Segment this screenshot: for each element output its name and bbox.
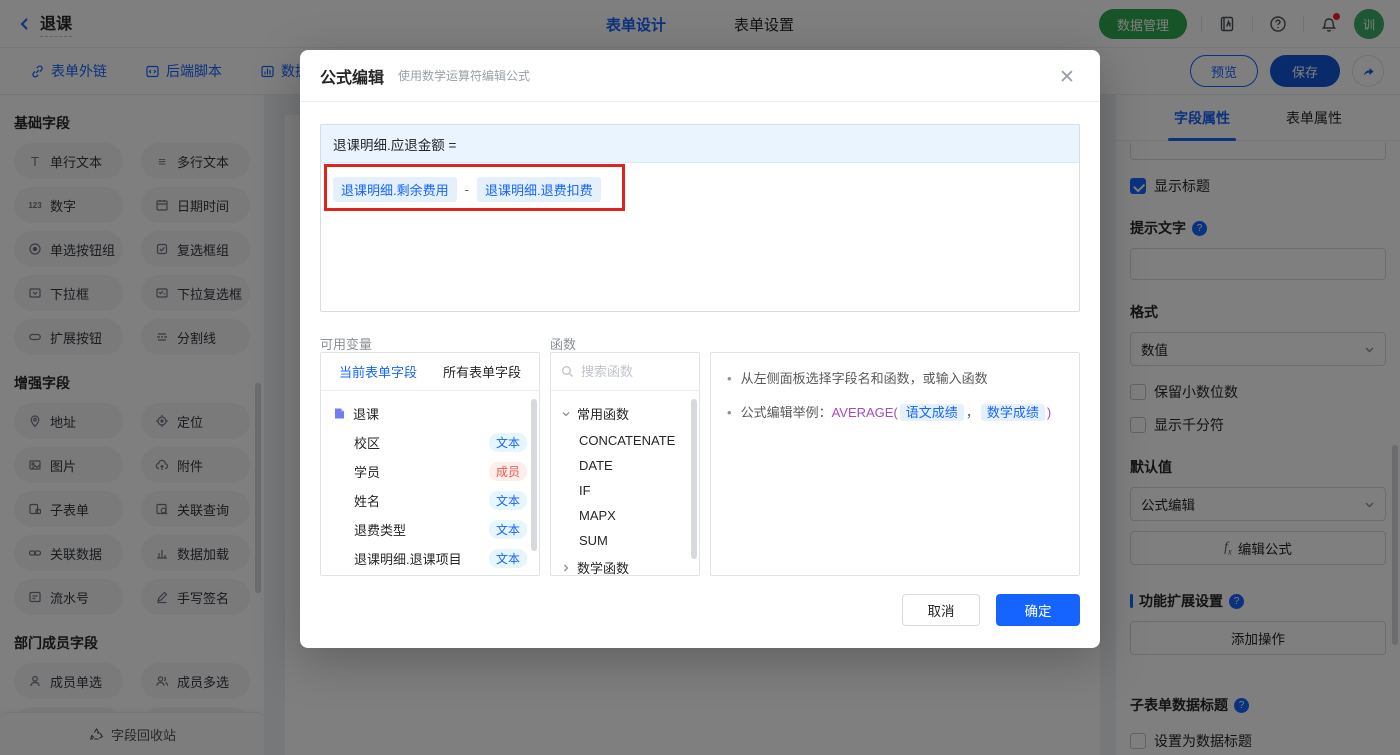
function-item[interactable]: IF: [551, 478, 699, 503]
cancel-button[interactable]: 取消: [902, 594, 980, 626]
close-icon[interactable]: ✕: [1056, 66, 1078, 88]
type-badge: 文本: [488, 520, 527, 539]
function-group-common[interactable]: 常用函数: [551, 399, 699, 428]
confirm-button[interactable]: 确定: [996, 594, 1080, 626]
functions-scrollbar[interactable]: [691, 399, 697, 559]
variables-tree: 退课 校区文本 学员成员 姓名文本 退费类型文本 退课明细.退课项目文本 退课明…: [321, 391, 539, 575]
function-search-input[interactable]: [581, 364, 681, 379]
chevron-down-icon: [561, 409, 571, 419]
modal-header: 公式编辑 使用数学运算符编辑公式: [300, 50, 1100, 102]
tab-all-form-fields[interactable]: 所有表单字段: [443, 362, 521, 381]
search-icon: [561, 365, 574, 378]
tip-line: • 从左侧面板选择字段名和函数，或输入函数: [727, 371, 988, 386]
example-chip: 数学成绩: [980, 404, 1045, 421]
variables-root[interactable]: 退课: [321, 399, 539, 428]
tips-panel: • 从左侧面板选择字段名和函数，或输入函数 • 公式编辑举例：AVERAGE(语…: [710, 352, 1080, 576]
variables-label: 可用变量: [320, 337, 373, 352]
functions-tree: 常用函数 CONCATENATE DATE IF MAPX SUM 数学函数 文…: [551, 391, 699, 575]
variable-item[interactable]: 学员 成员: [321, 457, 539, 486]
variable-item[interactable]: 退费类型 文本: [321, 515, 539, 544]
example-function-name: AVERAGE(: [831, 405, 898, 420]
function-item[interactable]: DATE: [551, 453, 699, 478]
variables-scrollbar[interactable]: [531, 399, 537, 551]
variable-item[interactable]: 退课明细.退课项目 文本: [321, 544, 539, 573]
formula-editor: 退课明细.应退金额 = 退课明细.剩余费用 - 退课明细.退费扣费: [320, 124, 1080, 312]
type-badge: 文本: [488, 433, 527, 452]
modal-subtitle: 使用数学运算符编辑公式: [398, 69, 531, 83]
modal-title: 公式编辑: [320, 69, 385, 87]
formula-edit-modal: 公式编辑 使用数学运算符编辑公式 ✕ 退课明细.应退金额 = 退课明细.剩余费用…: [300, 50, 1100, 648]
app-root: 退课 表单设计 表单设置 数据管理 训 表单外链: [0, 0, 1400, 755]
type-badge: 文本: [488, 491, 527, 510]
tab-current-form-fields[interactable]: 当前表单字段: [339, 362, 417, 381]
variables-panel: 当前表单字段 所有表单字段 退课 校区 文本 学员 成员 姓名 文本 退费类型 文本 退…: [320, 352, 540, 576]
tip-example-line: • 公式编辑举例：AVERAGE(语文成绩，数学成绩): [727, 404, 1052, 421]
function-group-math[interactable]: 数学函数: [551, 553, 699, 575]
functions-label: 函数: [550, 337, 577, 352]
type-badge: 成员: [488, 462, 527, 481]
formula-expression[interactable]: 退课明细.剩余费用 - 退课明细.退费扣费: [321, 163, 1079, 216]
type-badge: 文本: [488, 549, 527, 568]
modal-footer: 取消 确定: [902, 594, 1080, 626]
chevron-right-icon: [561, 563, 571, 573]
formula-operator: -: [464, 182, 469, 197]
function-item[interactable]: CONCATENATE: [551, 428, 699, 453]
function-item[interactable]: MAPX: [551, 503, 699, 528]
variable-item[interactable]: 姓名 文本: [321, 486, 539, 515]
formula-chip[interactable]: 退课明细.退费扣费: [476, 177, 601, 202]
function-item[interactable]: SUM: [551, 528, 699, 553]
formula-target: 退课明细.应退金额 =: [321, 125, 1079, 163]
functions-panel: 常用函数 CONCATENATE DATE IF MAPX SUM 数学函数 文…: [550, 352, 700, 576]
variable-item[interactable]: 校区 文本: [321, 428, 539, 457]
variables-tabs: 当前表单字段 所有表单字段: [321, 353, 539, 391]
example-chip: 语文成绩: [899, 404, 964, 421]
form-doc-icon: [333, 407, 346, 420]
formula-chip[interactable]: 退课明细.剩余费用: [333, 177, 457, 202]
function-search: [551, 353, 699, 391]
variable-item[interactable]: 退课明细.剩余课时数字: [321, 573, 539, 575]
